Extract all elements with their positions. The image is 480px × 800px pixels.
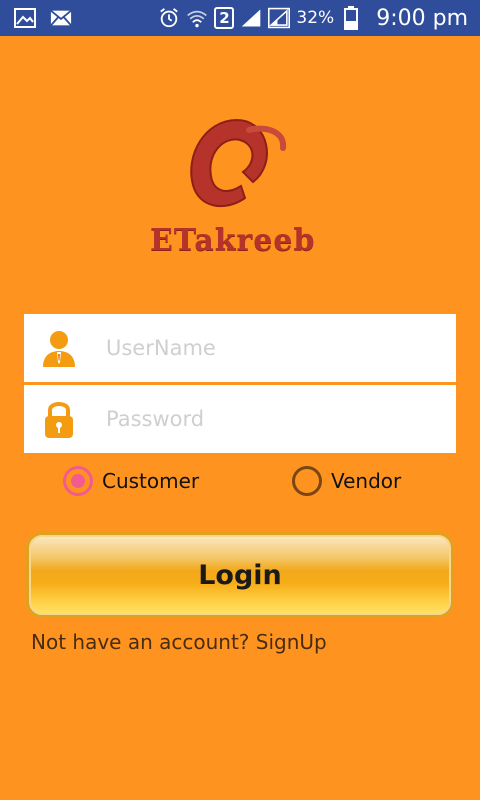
gallery-icon — [14, 7, 36, 29]
account-type-group: Customer Vendor — [0, 466, 480, 502]
sim-icon: 2 — [214, 7, 235, 29]
wifi-icon — [186, 7, 208, 29]
battery-percent: 32% — [296, 8, 335, 28]
username-field[interactable] — [24, 314, 456, 382]
battery-icon — [340, 6, 362, 30]
signup-link[interactable]: Not have an account? SignUp — [31, 630, 327, 654]
radio-customer-label[interactable]: Customer — [102, 469, 199, 493]
radio-unchecked-icon[interactable] — [292, 466, 322, 496]
signal-icon-2 — [268, 7, 291, 29]
logo-text: ETakreeb — [150, 223, 316, 258]
lock-icon — [24, 385, 94, 453]
login-button-label: Login — [198, 559, 282, 591]
radio-vendor-label[interactable]: Vendor — [331, 469, 401, 493]
alarm-icon — [158, 7, 180, 29]
username-input[interactable] — [94, 328, 456, 368]
login-button[interactable]: Login — [26, 532, 454, 618]
signal-icon — [240, 7, 262, 29]
radio-customer[interactable]: Customer — [63, 466, 199, 496]
radio-checked-icon[interactable] — [63, 466, 93, 496]
mail-icon — [50, 7, 72, 29]
password-input[interactable] — [94, 399, 456, 439]
status-bar: 2 32% 9:00 pm — [0, 0, 480, 36]
clock: 9:00 pm — [376, 5, 468, 31]
user-icon — [24, 314, 94, 382]
radio-vendor[interactable]: Vendor — [292, 466, 401, 496]
password-field[interactable] — [24, 385, 456, 453]
